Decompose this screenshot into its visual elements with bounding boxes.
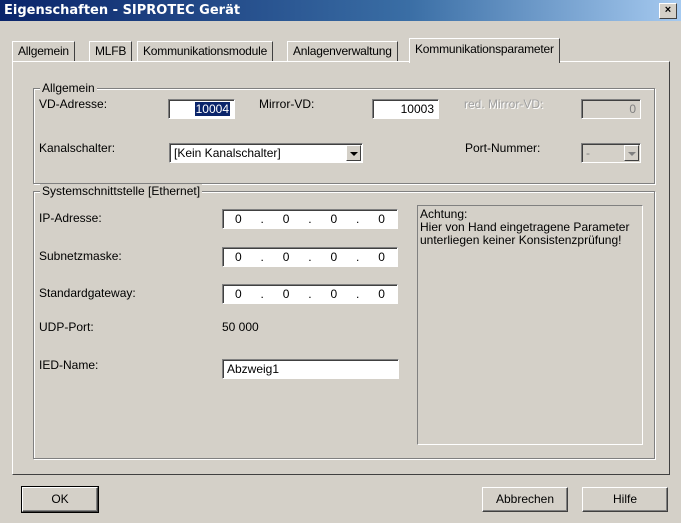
subnet-octet: 0 [235, 250, 242, 264]
note-line: unterliegen keiner Konsistenzprüfung! [420, 233, 622, 247]
vd-adresse-label: VD-Adresse: [39, 97, 108, 111]
help-button[interactable]: Hilfe [582, 487, 668, 512]
close-icon[interactable]: × [659, 3, 677, 19]
gateway-octet: 0 [282, 287, 290, 301]
vd-adresse-value: 10004 [194, 102, 230, 116]
udp-port-label: UDP-Port: [39, 320, 94, 334]
red-mirror-vd-label: red. Mirror-VD: [464, 97, 544, 111]
ip-octet: 0 [235, 212, 242, 226]
window-title: Eigenschaften - SIPROTEC Gerät [4, 3, 241, 18]
tab-kommunikationsmodule[interactable]: Kommunikationsmodule [137, 41, 274, 62]
ied-name-label: IED-Name: [39, 358, 99, 372]
title-bar[interactable]: Eigenschaften - SIPROTEC Gerät × [0, 0, 681, 21]
port-nummer-value: - [586, 146, 590, 160]
ip-octet: 0 [330, 212, 338, 226]
subnet-octet: 0 [282, 250, 290, 264]
kanalschalter-label: Kanalschalter: [39, 141, 116, 155]
ip-separator: . [260, 212, 264, 226]
chevron-down-icon [624, 145, 639, 161]
ip-separator: . [308, 287, 312, 301]
group-allgemein: Allgemein [33, 81, 655, 184]
subnetzmaske-field[interactable]: 0 . 0 . 0 . 0 [222, 247, 398, 267]
ip-octet: 0 [378, 212, 385, 226]
vd-adresse-field[interactable]: 10004 [168, 99, 235, 119]
mirror-vd-label: Mirror-VD: [259, 97, 315, 111]
properties-dialog: Eigenschaften - SIPROTEC Gerät × Allgeme… [0, 0, 681, 523]
tab-panel: Allgemein VD-Adresse: 10004 Mirror-VD: 1… [12, 61, 670, 475]
ip-separator: . [356, 287, 360, 301]
ip-separator: . [308, 212, 312, 226]
port-nummer-label: Port-Nummer: [465, 141, 541, 155]
ip-separator: . [260, 250, 264, 264]
group-allgemein-label: Allgemein [40, 81, 97, 95]
ip-octet: 0 [282, 212, 290, 226]
ip-separator: . [308, 250, 312, 264]
ip-separator: . [356, 212, 360, 226]
gateway-octet: 0 [378, 287, 385, 301]
standardgateway-field[interactable]: 0 . 0 . 0 . 0 [222, 284, 398, 304]
subnet-octet: 0 [378, 250, 385, 264]
kanalschalter-value: [Kein Kanalschalter] [174, 146, 281, 160]
warning-note: Achtung: Hier von Hand eingetragene Para… [417, 205, 643, 445]
ok-button[interactable]: OK [21, 486, 99, 513]
tab-anlagenverwaltung[interactable]: Anlagenverwaltung [287, 41, 398, 62]
ip-separator: . [260, 287, 264, 301]
standardgateway-label: Standardgateway: [39, 286, 136, 300]
tab-mlfb[interactable]: MLFB [89, 41, 133, 62]
subnet-octet: 0 [330, 250, 338, 264]
ip-adresse-field[interactable]: 0 . 0 . 0 . 0 [222, 209, 398, 229]
group-systemschnittstelle-label: Systemschnittstelle [Ethernet] [40, 184, 203, 198]
tab-allgemein[interactable]: Allgemein [12, 41, 75, 62]
gateway-octet: 0 [330, 287, 338, 301]
gateway-octet: 0 [235, 287, 242, 301]
ip-adresse-label: IP-Adresse: [39, 211, 102, 225]
ip-separator: . [356, 250, 360, 264]
cancel-button[interactable]: Abbrechen [482, 487, 568, 512]
tab-kommunikationsparameter[interactable]: Kommunikationsparameter [409, 38, 560, 63]
mirror-vd-field[interactable]: 10003 [372, 99, 439, 119]
subnetzmaske-label: Subnetzmaske: [39, 249, 122, 263]
chevron-down-icon[interactable] [346, 145, 361, 161]
port-nummer-dropdown: - [581, 143, 641, 163]
udp-port-value: 50 000 [222, 320, 259, 334]
red-mirror-vd-field: 0 [581, 99, 641, 119]
ied-name-field[interactable]: Abzweig1 [222, 359, 399, 379]
kanalschalter-dropdown[interactable]: [Kein Kanalschalter] [169, 143, 363, 163]
